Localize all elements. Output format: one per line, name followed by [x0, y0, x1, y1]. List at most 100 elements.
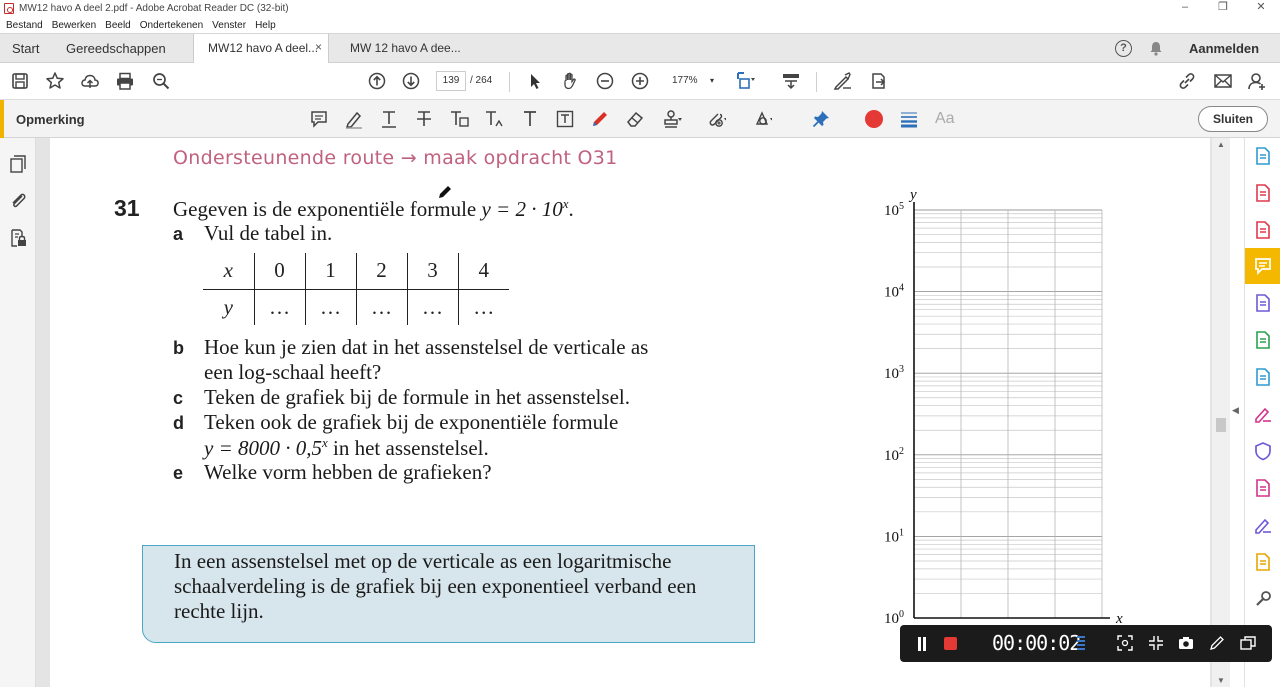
scrolling-mode-icon[interactable]: [781, 71, 801, 91]
highlighter-icon[interactable]: [344, 109, 364, 129]
shrink-icon[interactable]: [1148, 635, 1164, 651]
question-number: 31: [114, 195, 140, 221]
tab-document-other[interactable]: MW 12 havo A dee...: [336, 34, 472, 63]
strikethrough-text-icon[interactable]: [414, 109, 434, 129]
close-comment-button[interactable]: Sluiten: [1198, 106, 1268, 132]
tab-tools[interactable]: Gereedschappen: [66, 41, 166, 56]
pause-icon[interactable]: [916, 637, 928, 651]
collapse-right-panel-icon[interactable]: ◀: [1232, 405, 1239, 416]
export-image-icon[interactable]: [1253, 367, 1273, 387]
select-cursor-icon[interactable]: [525, 71, 545, 91]
acrobat-app-icon: [4, 3, 14, 14]
send-review-icon[interactable]: [1253, 478, 1273, 498]
scrollbar-thumb[interactable]: [1216, 418, 1226, 432]
add-user-icon[interactable]: [1247, 71, 1267, 91]
combine-files-icon[interactable]: [1253, 293, 1273, 313]
close-window-button[interactable]: ✕: [1242, 0, 1280, 17]
menu-help[interactable]: Help: [255, 20, 276, 31]
edit-pdf-icon[interactable]: [1253, 330, 1273, 350]
sign-pen-icon[interactable]: [833, 71, 853, 91]
share-file-icon[interactable]: [868, 71, 888, 91]
zoom-level-select[interactable]: 177% ▾: [664, 71, 720, 91]
table-cell: 2: [355, 253, 407, 290]
tab-home[interactable]: Start: [12, 41, 39, 56]
minimize-button[interactable]: –: [1166, 0, 1204, 17]
table-cell: 3: [406, 253, 458, 290]
save-icon[interactable]: [10, 71, 30, 91]
star-icon[interactable]: [45, 71, 65, 91]
previous-page-icon[interactable]: [367, 71, 387, 91]
text-box-icon[interactable]: [555, 109, 575, 129]
hand-tool-icon[interactable]: [560, 71, 580, 91]
request-signature-icon[interactable]: [1253, 515, 1273, 535]
shapes-icon[interactable]: [752, 109, 772, 129]
zoom-out-icon[interactable]: [595, 71, 615, 91]
fit-page-icon[interactable]: [736, 71, 756, 91]
print-icon[interactable]: [115, 71, 135, 91]
attach-file-icon[interactable]: [706, 109, 726, 129]
toolbar-divider: [816, 72, 817, 92]
sticky-note-icon[interactable]: [309, 109, 329, 129]
recording-timer: 00:00:02: [992, 631, 1081, 655]
tab-document-active[interactable]: MW12 havo A deel... ×: [193, 34, 329, 63]
stamp-icon[interactable]: [662, 109, 682, 129]
comment-icon[interactable]: [1253, 256, 1273, 276]
item-letter-b: b: [173, 338, 184, 358]
insert-text-icon[interactable]: [484, 109, 504, 129]
toolbar-divider: [509, 72, 510, 92]
draw-pen-icon[interactable]: [1209, 635, 1225, 651]
eraser-icon[interactable]: [625, 109, 645, 129]
link-icon[interactable]: [1177, 71, 1197, 91]
draw-pencil-icon[interactable]: [590, 109, 610, 129]
menu-file[interactable]: Bestand: [6, 20, 43, 31]
table-cell: 1: [304, 253, 356, 290]
page-number-input[interactable]: 139: [436, 71, 466, 91]
color-picker-icon[interactable]: [864, 109, 884, 129]
menu-edit[interactable]: Bewerken: [52, 20, 96, 31]
underline-text-icon[interactable]: [379, 109, 399, 129]
screenshot-region-icon[interactable]: [1117, 635, 1133, 651]
add-text-icon[interactable]: [520, 109, 540, 129]
fill-sign-icon[interactable]: [1253, 404, 1273, 424]
close-tab-icon[interactable]: ×: [315, 40, 322, 54]
table-cell: …: [457, 289, 509, 325]
create-pdf-icon[interactable]: [1253, 220, 1273, 240]
attachments-icon[interactable]: [8, 190, 28, 210]
left-navigation-rail: [0, 138, 36, 687]
text-properties-button[interactable]: Aa: [935, 110, 955, 128]
pin-icon[interactable]: [811, 109, 831, 129]
sign-in-button[interactable]: Aanmelden: [1189, 41, 1259, 56]
menu-window[interactable]: Venster: [212, 20, 246, 31]
help-icon[interactable]: ?: [1115, 40, 1132, 57]
main-toolbar: 139 / 264 177% ▾: [0, 63, 1280, 100]
right-tools-rail: [1244, 138, 1280, 687]
scroll-up-icon[interactable]: ▲: [1217, 140, 1225, 149]
protect-icon[interactable]: [1253, 441, 1273, 461]
camera-icon[interactable]: [1178, 635, 1194, 651]
minimize-recorder-icon[interactable]: [1240, 635, 1256, 651]
page-thumbnails-icon[interactable]: [8, 154, 28, 174]
next-page-icon[interactable]: [401, 71, 421, 91]
prepare-form-icon[interactable]: [1253, 552, 1273, 572]
zoom-in-icon[interactable]: [630, 71, 650, 91]
vertical-scrollbar[interactable]: ▲ ▼: [1212, 138, 1230, 687]
item-b-text-cont: een log-schaal heeft?: [204, 360, 382, 384]
menu-sign[interactable]: Ondertekenen: [140, 20, 203, 31]
screen-recorder-bar: 00:00:02: [900, 625, 1272, 662]
bell-icon[interactable]: [1149, 41, 1163, 56]
theory-line: schaalverdeling is de grafiek bij een ex…: [174, 574, 697, 598]
replace-text-icon[interactable]: [449, 109, 469, 129]
search-icon[interactable]: [151, 71, 171, 91]
stop-record-icon[interactable]: [944, 637, 957, 650]
security-document-icon[interactable]: [8, 228, 28, 248]
maximize-button[interactable]: ❐: [1204, 0, 1242, 17]
email-icon[interactable]: [1213, 71, 1233, 91]
menu-view[interactable]: Beeld: [105, 20, 131, 31]
organize-pages-icon[interactable]: [1253, 183, 1273, 203]
item-e-text: Welke vorm hebben de grafieken?: [204, 460, 492, 484]
cloud-upload-icon[interactable]: [80, 71, 100, 91]
line-weight-icon[interactable]: [899, 109, 919, 129]
export-pdf-icon[interactable]: [1253, 146, 1273, 166]
scroll-down-icon[interactable]: ▼: [1217, 676, 1225, 685]
more-tools-icon[interactable]: [1253, 589, 1273, 609]
